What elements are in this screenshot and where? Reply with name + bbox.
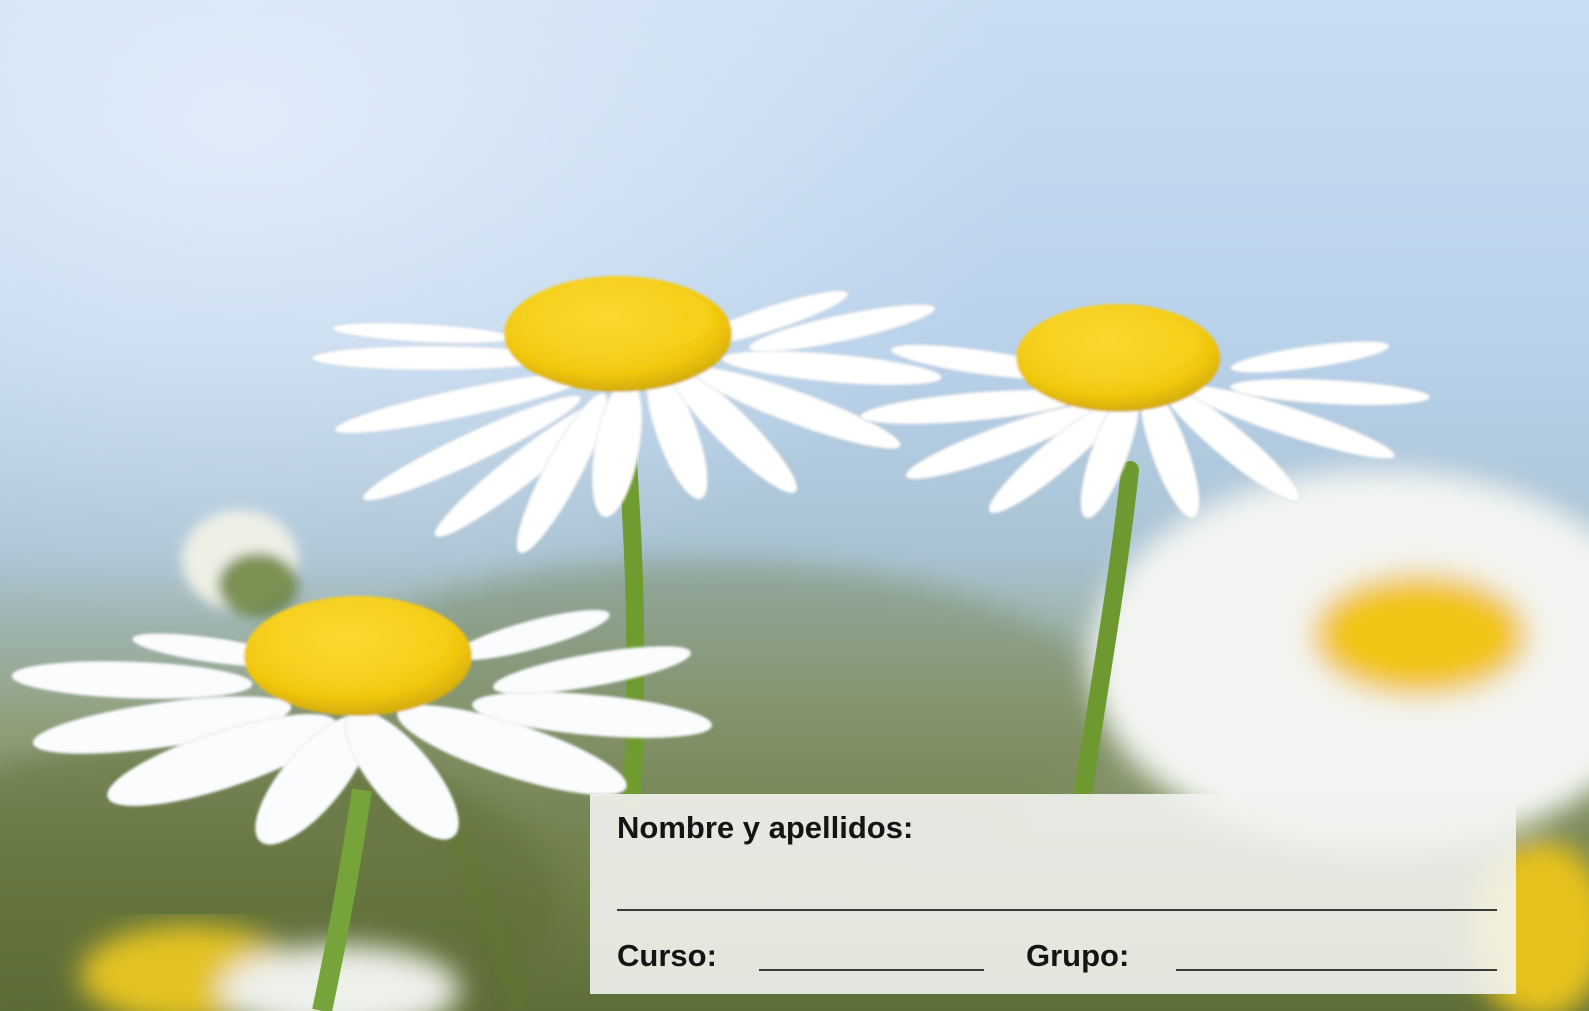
curso-line — [759, 969, 984, 971]
student-info-form: Nombre y apellidos: Curso: Grupo: — [590, 794, 1516, 994]
nombre-label: Nombre y apellidos: — [617, 810, 914, 845]
curso-label: Curso: — [617, 938, 717, 973]
grupo-line — [1176, 969, 1497, 971]
grupo-label: Grupo: — [1026, 938, 1130, 973]
nombre-line — [617, 909, 1497, 911]
cover-page: Nombre y apellidos: Curso: Grupo: — [0, 0, 1589, 1011]
